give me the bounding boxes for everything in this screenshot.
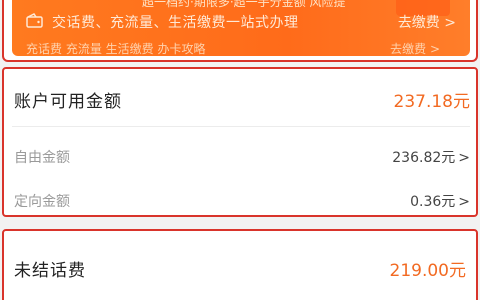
promo-banner[interactable]: 超一档约·期限多·超一手分金额 风险提 交话费、充流量、生活缴费一站式办理 去缴…: [12, 0, 470, 56]
free-amount-value: 236.82元 >: [392, 147, 470, 167]
banner-row-main: 交话费、充流量、生活缴费一站式办理: [26, 12, 299, 32]
balance-header: 账户可用金额 237.18元: [12, 69, 470, 127]
directed-amount-label: 定向金额: [14, 194, 70, 210]
unsettled-fee-card[interactable]: 未结话费 219.00元: [2, 229, 478, 300]
unsettled-fee-amount: 219.00元: [389, 261, 466, 281]
banner-secondary-link[interactable]: 去缴费 >: [390, 40, 440, 56]
chevron-right-icon: >: [458, 194, 470, 210]
unsettled-fee-title: 未结话费: [14, 261, 86, 281]
directed-amount-value: 0.36元 >: [410, 191, 470, 211]
banner-pay-button[interactable]: 去缴费 >: [398, 12, 456, 32]
balance-amount: 237.18元: [393, 92, 470, 112]
banner-top-text: 超一档约·期限多·超一手分金额 风险提: [142, 0, 346, 9]
balance-title: 账户可用金额: [14, 92, 122, 112]
wallet-icon: [26, 13, 46, 31]
promo-banner-frame: 超一档约·期限多·超一手分金额 风险提 交话费、充流量、生活缴费一站式办理 去缴…: [2, 0, 478, 62]
free-amount-row[interactable]: 自由金额 236.82元 >: [14, 141, 470, 171]
free-amount-label: 自由金额: [14, 150, 70, 166]
banner-row-secondary: 充话费 充流量 生活缴费 办卡攻略: [26, 42, 206, 56]
directed-amount-row[interactable]: 定向金额 0.36元 >: [14, 185, 470, 215]
balance-card: 账户可用金额 237.18元 自由金额 236.82元 > 定向金额 0.36元 >: [2, 67, 478, 217]
free-amount-number: 236.82元: [392, 150, 456, 166]
banner-description: 交话费、充流量、生活缴费一站式办理: [52, 15, 299, 31]
directed-amount-number: 0.36元: [410, 194, 456, 210]
chevron-right-icon: >: [458, 150, 470, 166]
